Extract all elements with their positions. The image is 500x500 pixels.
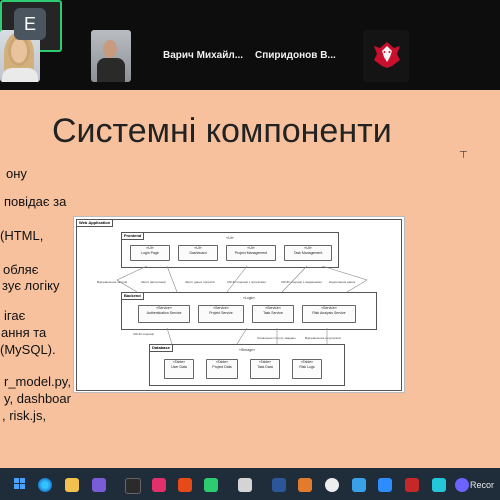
participant-video-2[interactable]	[91, 30, 131, 82]
app-icon[interactable]	[204, 478, 218, 492]
wolf-logo-icon	[374, 42, 400, 68]
participant-avatar-logo[interactable]	[363, 30, 409, 82]
web-application-frame: Web Application Frontend «UI» «UI» Login…	[76, 219, 402, 391]
slide-title: Системні компоненти	[52, 112, 392, 150]
app-icon[interactable]	[405, 478, 419, 492]
chrome-icon[interactable]	[325, 478, 339, 492]
participant-name-2[interactable]: Спиридонов В...	[255, 50, 336, 61]
mouse-cursor-icon: ⊤	[459, 150, 468, 161]
zoom-icon[interactable]	[378, 478, 392, 492]
instagram-icon[interactable]	[152, 478, 166, 492]
diagram-connectors	[116, 265, 368, 345]
bullet-fragment: ону	[6, 166, 27, 181]
bullet-fragment: y, dashboar	[4, 391, 71, 406]
participant-face	[103, 40, 117, 58]
app-icon[interactable]	[238, 478, 252, 492]
bullet-fragment: (HTML,	[0, 228, 44, 243]
file-explorer-icon[interactable]	[65, 478, 79, 492]
windows-start-icon[interactable]	[14, 478, 26, 490]
edge-browser-icon[interactable]	[38, 478, 52, 492]
component-diagram: Web Application Frontend «UI» «UI» Login…	[73, 216, 405, 393]
presentation-slide: Системні компоненти ⊤ ону повідає за (HT…	[0, 90, 500, 468]
avatar: E	[14, 8, 46, 40]
participant-face	[8, 36, 30, 66]
windows-taskbar: Recor	[0, 468, 500, 500]
bullet-fragment: (MySQL).	[0, 342, 56, 357]
bullet-fragment: зує логіку	[2, 278, 60, 293]
app-icon[interactable]	[455, 478, 469, 492]
firefox-icon[interactable]	[298, 478, 312, 492]
bullet-fragment: обляє	[3, 262, 39, 277]
bullet-fragment: повідає за	[4, 194, 67, 209]
app-icon[interactable]	[432, 478, 446, 492]
bullet-fragment: r_model.py,	[4, 374, 71, 389]
bullet-fragment: ігає	[4, 308, 26, 323]
participant-body	[97, 58, 125, 82]
participant-name-1[interactable]: Варич Михайл...	[163, 50, 243, 61]
bullet-fragment: ання та	[1, 325, 47, 340]
recording-label[interactable]: Recor	[470, 480, 494, 490]
participant-strip: Варич Михайл... Спиридонов В... E	[0, 0, 500, 90]
bullet-fragment: , risk.js,	[2, 408, 47, 423]
app-icon[interactable]	[352, 478, 366, 492]
participant-body	[2, 68, 38, 82]
store-icon[interactable]	[125, 478, 141, 494]
word-icon[interactable]	[272, 478, 286, 492]
app-icon[interactable]	[92, 478, 106, 492]
app-icon[interactable]	[178, 478, 192, 492]
